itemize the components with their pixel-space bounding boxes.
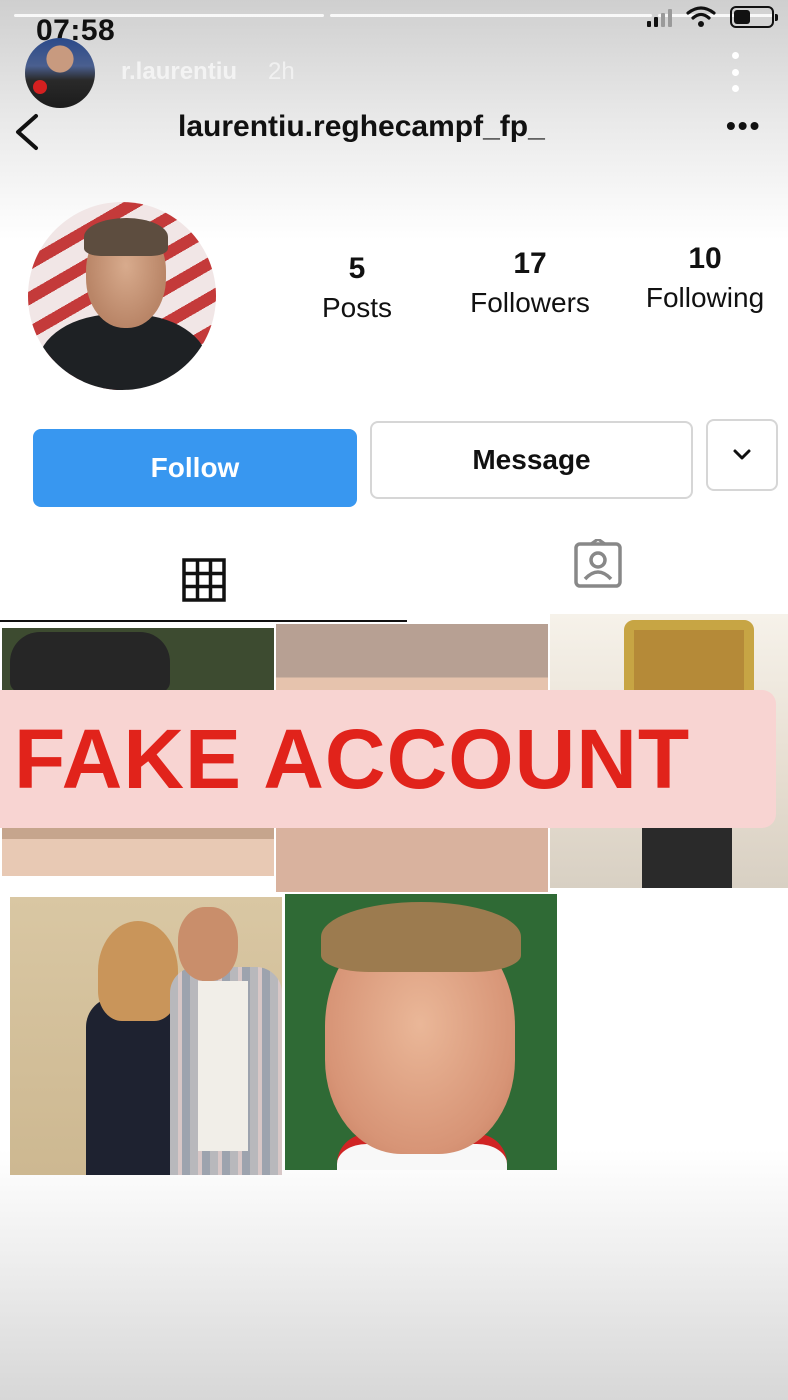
stat-followers[interactable]: 17 Followers (455, 247, 605, 319)
message-button[interactable]: Message (370, 421, 693, 499)
cellular-signal-icon (647, 7, 672, 27)
tagged-icon (573, 539, 622, 588)
status-icons (647, 6, 778, 28)
post-thumbnail-4[interactable] (10, 897, 282, 1175)
stat-followers-label: Followers (470, 287, 590, 318)
fake-account-text: FAKE ACCOUNT (14, 711, 691, 806)
microphone-icon (33, 80, 47, 94)
stat-posts-value: 5 (348, 252, 366, 285)
fake-account-banner: FAKE ACCOUNT (0, 690, 776, 828)
story-time-ago: 2h (268, 58, 295, 85)
suggested-accounts-button[interactable] (706, 419, 778, 491)
stat-posts-label: Posts (321, 292, 393, 323)
wifi-icon (686, 6, 716, 27)
stat-following-value: 10 (688, 242, 722, 275)
chevron-down-icon (733, 449, 751, 460)
story-progress-segment (329, 14, 652, 17)
profile-username: laurentiu.reghecampf_fp_ (178, 110, 545, 143)
follow-button[interactable]: Follow (33, 429, 357, 507)
back-arrow-icon[interactable] (12, 112, 42, 152)
profile-avatar[interactable] (28, 202, 216, 390)
tab-posts-grid[interactable] (0, 540, 407, 622)
story-avatar[interactable] (25, 38, 95, 108)
stat-posts[interactable]: 5 Posts (300, 252, 414, 324)
tab-tagged[interactable] (407, 539, 788, 622)
story-username[interactable]: r.laurentiu (121, 58, 237, 86)
grid-icon (181, 558, 226, 602)
message-button-label: Message (472, 444, 591, 475)
follow-button-label: Follow (150, 452, 240, 483)
stat-following[interactable]: 10 Following (630, 242, 780, 314)
more-options-icon[interactable]: ••• (726, 110, 761, 142)
battery-icon (730, 6, 778, 28)
story-more-icon[interactable] (728, 52, 742, 92)
stat-followers-value: 17 (513, 247, 547, 280)
post-thumbnail-5[interactable] (285, 894, 557, 1170)
stat-following-label: Following (645, 282, 765, 313)
